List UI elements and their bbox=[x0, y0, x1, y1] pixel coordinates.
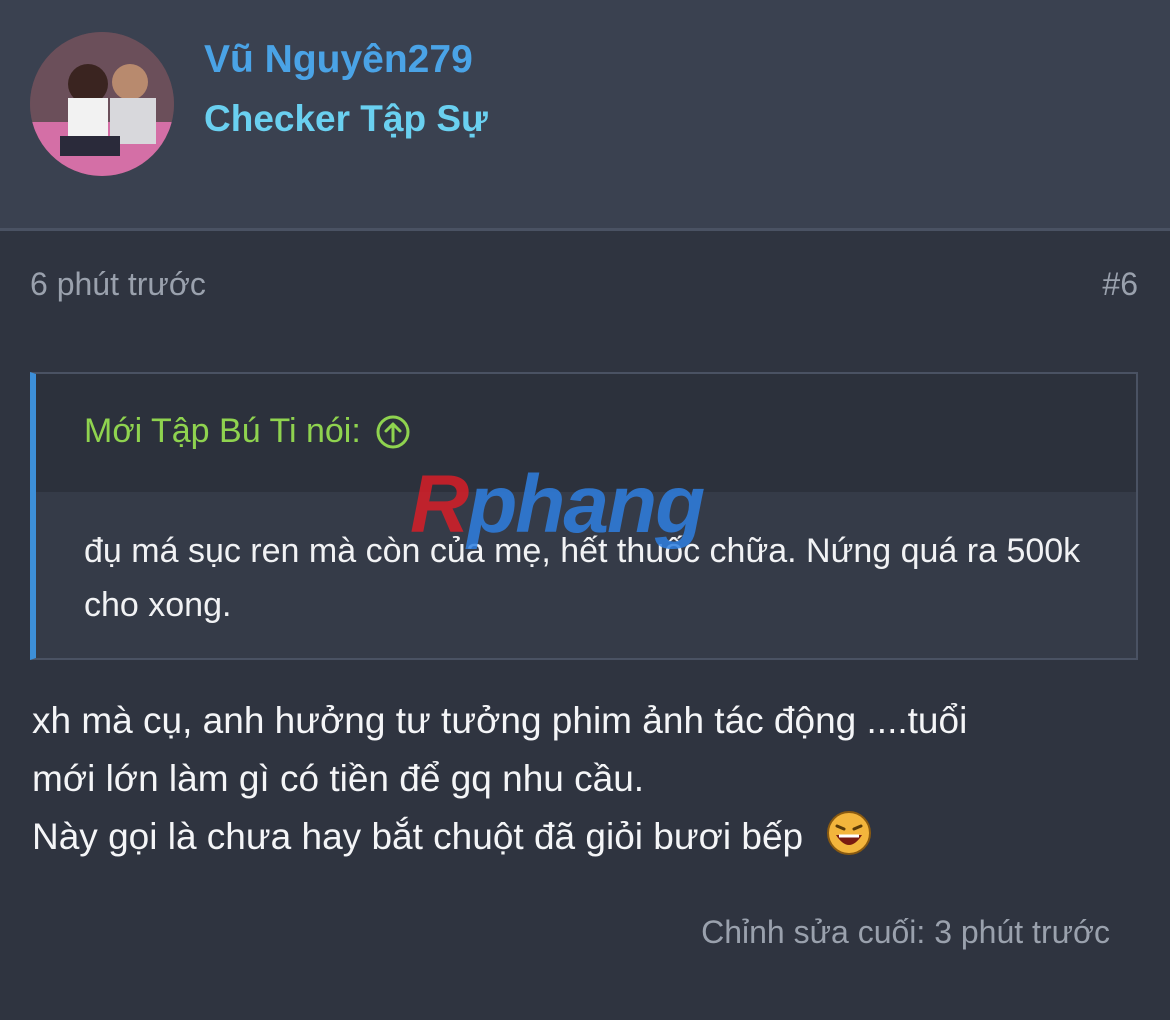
quote-author-link[interactable]: Mới Tập Bú Ti nói: bbox=[84, 412, 411, 451]
post-body-line: xh mà cụ, anh hưởng tư tưởng phim ảnh tá… bbox=[32, 700, 968, 741]
avatar[interactable] bbox=[30, 32, 174, 176]
post-time[interactable]: 6 phút trước bbox=[30, 266, 206, 303]
watermark-logo: Rphang bbox=[410, 458, 705, 552]
last-edited: Chỉnh sửa cuối: 3 phút trước bbox=[701, 914, 1110, 950]
laughing-emoji-icon bbox=[825, 809, 873, 857]
watermark-rest: phang bbox=[467, 459, 705, 550]
post-body-line-with-emoji: Này gọi là chưa hay bắt chuột đã giỏi bư… bbox=[32, 808, 1132, 866]
post-body-line: Này gọi là chưa hay bắt chuột đã giỏi bư… bbox=[32, 816, 804, 857]
post-header: Vũ Nguyên279 Checker Tập Sự bbox=[0, 0, 1170, 231]
post-number[interactable]: #6 bbox=[1102, 266, 1138, 303]
circle-up-arrow-icon[interactable] bbox=[375, 414, 411, 450]
post-body-line: mới lớn làm gì có tiền để gq nhu cầu. bbox=[32, 758, 645, 799]
username[interactable]: Vũ Nguyên279 bbox=[204, 38, 473, 82]
watermark-first: R bbox=[410, 459, 469, 550]
user-title: Checker Tập Sự bbox=[204, 98, 488, 139]
quote-author: Mới Tập Bú Ti nói: bbox=[84, 412, 361, 450]
post-body: xh mà cụ, anh hưởng tư tưởng phim ảnh tá… bbox=[32, 692, 1132, 866]
